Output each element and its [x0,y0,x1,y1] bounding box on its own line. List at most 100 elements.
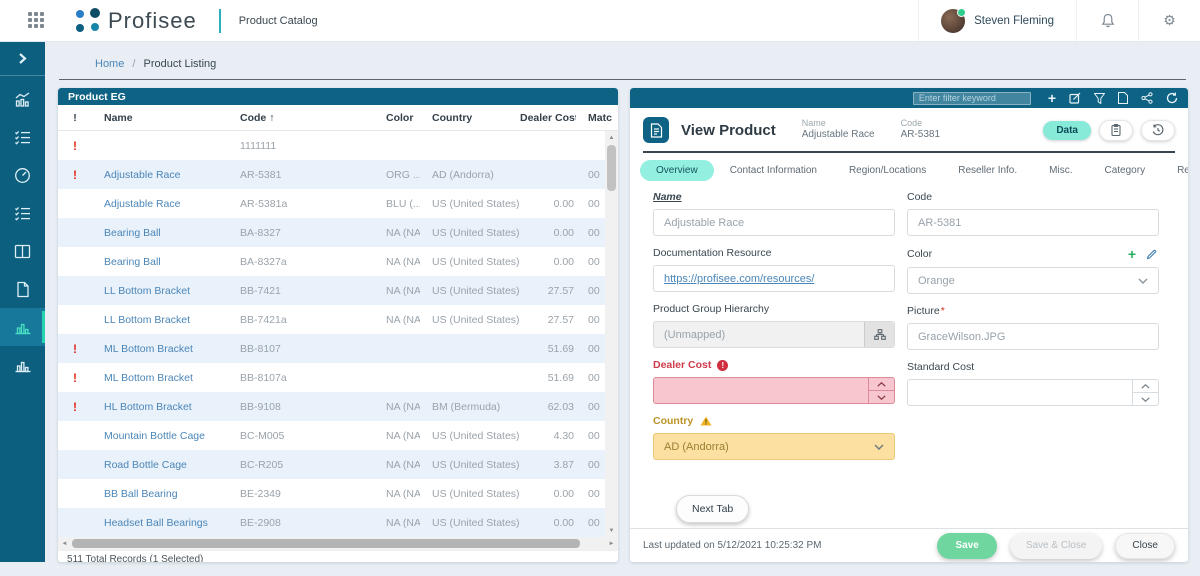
save-and-close-button[interactable]: Save & Close [1009,532,1103,559]
documentation-resource-input[interactable]: https://profisee.com/resources/ [653,265,895,292]
field-documentation-resource: Documentation Resource https://profisee.… [653,247,895,292]
row-country: US (United States) [432,226,520,239]
edit-icon[interactable] [1069,92,1081,104]
bell-icon [1101,13,1114,28]
documentation-resource-link[interactable]: https://profisee.com/resources/ [664,273,814,285]
table-row[interactable]: Bearing Ball BA-8327 NA (NA) US (United … [58,218,618,247]
sidebar-item-analytics[interactable] [0,80,45,118]
picture-input[interactable]: GraceWilson.JPG [907,323,1159,350]
breadcrumb-home-link[interactable]: Home [95,58,124,70]
table-row[interactable]: Mountain Bottle Cage BC-M005 NA (NA) US … [58,421,618,450]
scroll-down-button[interactable]: ▼ [605,524,618,537]
code-input[interactable]: AR-5381 [907,209,1159,236]
tab[interactable]: Reseller Info. [942,160,1033,181]
row-name: ML Bottom Bracket [104,371,193,384]
share-icon[interactable] [1141,92,1153,104]
next-tab-button[interactable]: Next Tab [676,495,750,523]
sidebar-item-tasks[interactable] [0,118,45,156]
edit-color-icon[interactable] [1146,249,1157,260]
settings-button[interactable]: ⚙ [1138,0,1200,41]
sidebar-item-document[interactable] [0,270,45,308]
tab[interactable]: Misc. [1033,160,1088,181]
color-select[interactable]: Orange [907,267,1159,294]
scroll-left-button[interactable]: ◄ [58,537,71,550]
filter-icon[interactable] [1094,92,1105,104]
standard-cost-input[interactable] [907,379,1159,406]
name-label: Name [653,191,682,203]
sidebar-item-bar-chart[interactable] [0,308,45,346]
save-button[interactable]: Save [937,532,997,559]
page-title: Product Catalog [238,14,318,27]
row-dealer-cost: 0.00 [553,255,574,268]
header-name-label: Name [801,118,826,129]
hierarchy-picker-button[interactable] [864,322,894,347]
spin-up-button[interactable] [869,378,894,390]
filter-keyword-input[interactable] [912,91,1031,105]
table-row[interactable]: Adjustable Race AR-5381a BLU (... US (Un… [58,189,618,218]
country-select[interactable]: AD (Andorra) [653,433,895,460]
scroll-right-button[interactable]: ► [605,537,618,550]
tab-resources[interactable]: Resources [1161,160,1188,181]
tabs-row: Overview Contact Information Region/Loca… [630,153,1188,183]
table-row[interactable]: LL Bottom Bracket BB-7421 NA (NA) US (Un… [58,276,618,305]
sidebar-item-gauge[interactable] [0,156,45,194]
table-row[interactable]: Road Bottle Cage BC-R205 NA (NA) US (Uni… [58,450,618,479]
row-name: BB Ball Bearing [104,487,178,500]
add-color-icon[interactable]: + [1128,247,1136,261]
history-button[interactable] [1141,119,1175,141]
tab[interactable]: Contact Information [714,160,833,181]
refresh-icon[interactable] [1166,92,1178,104]
table-row[interactable]: ! HL Bottom Bracket BB-9108 NA (NA) BM (… [58,392,618,421]
table-row[interactable]: ! Adjustable Race AR-5381 ORG ... AD (An… [58,160,618,189]
dealer-cost-input[interactable] [653,377,895,404]
row-code: BB-8107 [240,342,281,355]
sidebar-item-book[interactable] [0,232,45,270]
product-group-hierarchy-input[interactable]: (Unmapped) [653,321,895,348]
notifications-button[interactable] [1076,0,1138,41]
table-row[interactable]: Headset Ball Bearings BE-2908 NA (NA) US… [58,508,618,537]
row-country: US (United States) [432,516,520,529]
column-header-name[interactable]: Name [92,112,228,124]
vertical-scrollbar[interactable]: ▲ ▼ [605,131,618,537]
scroll-up-button[interactable]: ▲ [605,131,618,144]
app-grid-icon[interactable] [28,11,46,30]
column-header-match[interactable]: Matc [576,112,616,124]
row-color: NA (NA) [386,429,420,442]
column-header-code[interactable]: Code ↑ [228,112,374,124]
data-button[interactable]: Data [1043,120,1091,140]
add-icon[interactable]: + [1048,91,1056,105]
documentation-resource-label: Documentation Resource [653,247,772,259]
spin-up-button[interactable] [1133,380,1158,392]
row-name: Mountain Bottle Cage [104,429,205,442]
column-header-color[interactable]: Color [374,112,420,124]
name-input[interactable]: Adjustable Race [653,209,895,236]
row-code: BE-2908 [240,516,281,529]
column-header-dealer-cost[interactable]: Dealer Cost [520,112,576,124]
table-row[interactable]: LL Bottom Bracket BB-7421a NA (NA) US (U… [58,305,618,334]
table-row[interactable]: ! ML Bottom Bracket BB-8107a 51.69 00 [58,363,618,392]
table-row[interactable]: BB Ball Bearing BE-2349 NA (NA) US (Unit… [58,479,618,508]
horizontal-scrollbar[interactable]: ◄ ► [58,537,618,550]
spin-down-button[interactable] [869,390,894,403]
bar-chart-icon [15,323,30,334]
close-button[interactable]: Close [1115,532,1175,559]
sidebar-expand-button[interactable] [0,42,45,76]
user-menu[interactable]: Steven Fleming [918,0,1076,41]
tab[interactable]: Overview [640,160,714,181]
spin-down-button[interactable] [1133,392,1158,405]
export-document-icon[interactable] [1118,92,1128,104]
vertical-scroll-thumb[interactable] [607,145,616,191]
sidebar-item-bar-chart-2[interactable] [0,346,45,384]
detail-header: View Product Name Adjustable Race Code A… [630,111,1188,149]
column-header-country[interactable]: Country [420,112,520,124]
table-row[interactable]: Bearing Ball BA-8327a NA (NA) US (United… [58,247,618,276]
row-dealer-cost: 51.69 [547,371,574,384]
column-header-error[interactable]: ! [58,112,92,124]
sidebar-item-tasks-2[interactable] [0,194,45,232]
table-row[interactable]: ! 1111111 [58,131,618,160]
clipboard-button[interactable] [1099,119,1133,141]
tab[interactable]: Category [1089,160,1162,181]
table-row[interactable]: ! ML Bottom Bracket BB-8107 51.69 00 [58,334,618,363]
tab[interactable]: Region/Locations [833,160,942,181]
horizontal-scroll-thumb[interactable] [72,539,580,548]
